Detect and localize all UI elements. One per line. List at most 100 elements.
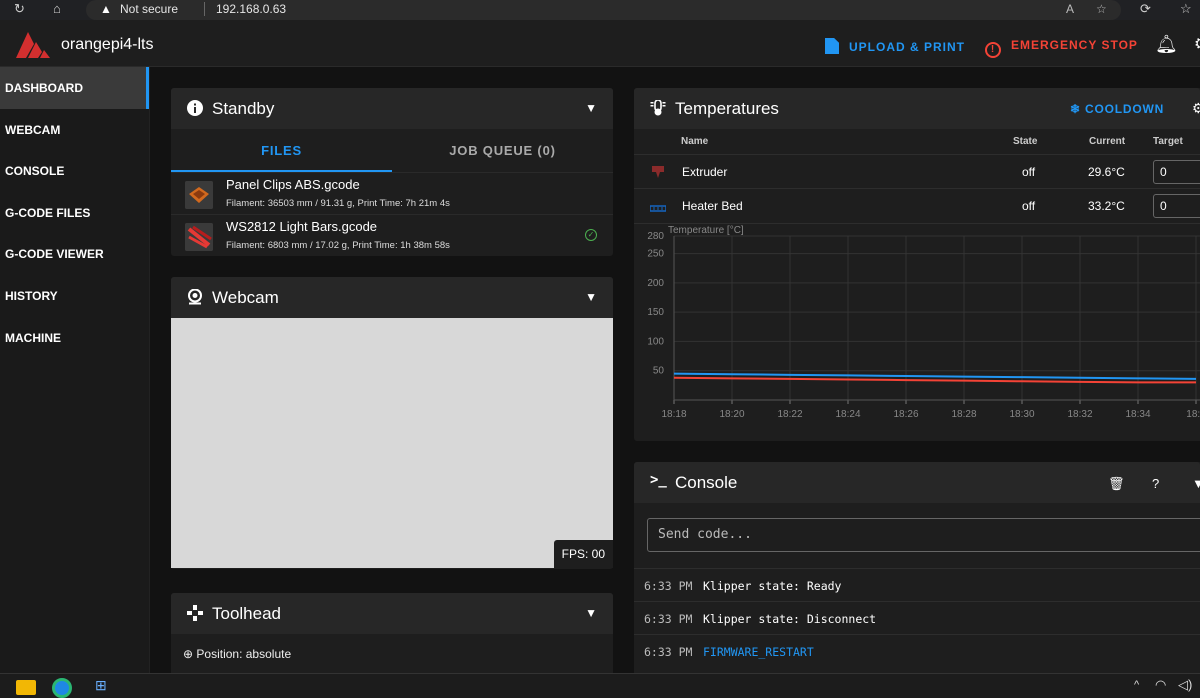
printer-name: orangepi4-lts bbox=[61, 36, 154, 53]
position-label: Position: absolute bbox=[196, 647, 292, 661]
console-time: 6:33 PM bbox=[644, 645, 693, 659]
webcam-icon bbox=[188, 289, 202, 305]
console-time: 6:33 PM bbox=[644, 612, 693, 626]
temperatures-header: Temperatures ❄ COOLDOWN ⚙ bbox=[634, 88, 1200, 129]
network-app-icon[interactable]: ⊞ bbox=[95, 677, 107, 694]
tab-job-queue[interactable]: JOB QUEUE (0) bbox=[392, 129, 613, 172]
info-icon bbox=[187, 100, 203, 116]
heater-name: Extruder bbox=[682, 165, 728, 179]
console-entry: 6:33 PM Klipper state: Disconnect bbox=[634, 601, 1200, 634]
x-tick-label: 18:32 bbox=[1067, 409, 1092, 420]
console-message: Klipper state: Disconnect bbox=[703, 612, 877, 626]
target-input[interactable]: 0 bbox=[1153, 194, 1200, 218]
temperatures-panel: Temperatures ❄ COOLDOWN ⚙ Name State Cur… bbox=[634, 88, 1200, 441]
console-panel: >_ Console 🗑︎ ? ▼ Send code... 6:33 PM K… bbox=[634, 462, 1200, 673]
gear-icon[interactable]: ⚙ bbox=[1192, 100, 1200, 117]
emergency-stop-button[interactable]: ! EMERGENCY STOP bbox=[985, 38, 1138, 58]
file-row[interactable]: Panel Clips ABS.gcode Filament: 36503 mm… bbox=[171, 172, 613, 214]
file-thumbnail bbox=[185, 181, 213, 209]
chart-area: Temperature [°C] 280 250 200 150 100 50 18:18 18… bbox=[634, 223, 1200, 441]
webcam-header[interactable]: Webcam ▼ bbox=[171, 277, 613, 318]
sidebar-item-history[interactable]: HISTORY bbox=[0, 275, 149, 317]
file-name: Panel Clips ABS.gcode bbox=[226, 177, 360, 192]
home-icon[interactable]: ⌂ bbox=[53, 1, 61, 16]
snowflake-icon: ❄ bbox=[1070, 102, 1085, 116]
browser-toolbar: ↻ ⌂ ▲ Not secure 192.168.0.63 A ☆ ⟳ ☆ bbox=[0, 0, 1200, 20]
thermometer-icon bbox=[650, 100, 666, 116]
file-meta: Filament: 36503 mm / 91.31 g, Print Time… bbox=[226, 198, 450, 209]
chevron-down-icon[interactable]: ▼ bbox=[585, 606, 597, 620]
trash-icon[interactable]: 🗑︎ bbox=[1108, 476, 1125, 492]
standby-header[interactable]: Standby ▼ bbox=[171, 88, 613, 129]
extensions-icon[interactable]: ⟳ bbox=[1140, 1, 1151, 17]
file-meta: Filament: 6803 mm / 17.02 g, Print Time:… bbox=[226, 240, 450, 251]
sidebar-item-gcode-viewer[interactable]: G-CODE VIEWER bbox=[0, 233, 149, 275]
standby-title: Standby bbox=[212, 99, 275, 118]
y-tick-label: 50 bbox=[653, 366, 665, 377]
crosshair-icon: ⊕ bbox=[183, 647, 197, 661]
edge-browser-icon[interactable] bbox=[52, 678, 72, 698]
sidebar-item-gcode-files[interactable]: G-CODE FILES bbox=[0, 192, 149, 234]
sidebar-item-machine[interactable]: MACHINE bbox=[0, 317, 149, 359]
y-tick-label: 200 bbox=[647, 278, 664, 289]
extruder-icon bbox=[652, 166, 664, 178]
chevron-down-icon[interactable]: ▼ bbox=[585, 290, 597, 304]
favorite-icon[interactable]: ☆ bbox=[1096, 2, 1107, 16]
sidebar: DASHBOARD WEBCAM CONSOLE G-CODE FILES G-… bbox=[0, 67, 150, 673]
read-aloud-icon[interactable]: A bbox=[1066, 2, 1074, 16]
fps-badge: FPS: 00 bbox=[553, 540, 613, 568]
tab-files[interactable]: FILES bbox=[171, 129, 392, 172]
file-row[interactable]: WS2812 Light Bars.gcode Filament: 6803 m… bbox=[171, 214, 613, 256]
table-row: Heater Bed off 33.2°C 0 bbox=[634, 188, 1200, 222]
favorites-icon[interactable]: ☆ bbox=[1180, 1, 1192, 17]
reload-icon[interactable]: ↻ bbox=[14, 1, 25, 17]
heater-current: 29.6°C bbox=[1088, 165, 1125, 179]
sidebar-item-console[interactable]: CONSOLE bbox=[0, 150, 149, 192]
volume-icon[interactable]: ◁) bbox=[1178, 677, 1192, 693]
address-bar[interactable]: ▲ Not secure 192.168.0.63 A ☆ bbox=[86, 0, 1121, 20]
settings-icon[interactable]: ⚙ bbox=[1194, 34, 1200, 54]
file-thumbnail bbox=[185, 223, 213, 251]
filter-icon[interactable]: ▼ bbox=[1192, 476, 1200, 491]
upload-file-icon bbox=[825, 38, 839, 54]
upload-print-button[interactable]: UPLOAD & PRINT bbox=[825, 38, 965, 54]
gamepad-icon bbox=[187, 605, 203, 621]
temperatures-title: Temperatures bbox=[675, 99, 779, 118]
cooldown-label: COOLDOWN bbox=[1085, 102, 1165, 116]
x-tick-label: 18:3 bbox=[1186, 409, 1200, 420]
bell-icon[interactable]: 🔔︎ bbox=[1155, 34, 1178, 55]
chevron-up-icon[interactable]: ^ bbox=[1134, 679, 1139, 691]
sidebar-item-webcam[interactable]: WEBCAM bbox=[0, 109, 149, 151]
file-name: WS2812 Light Bars.gcode bbox=[226, 219, 378, 234]
y-tick-label: 150 bbox=[647, 307, 664, 318]
mainsail-logo-icon bbox=[16, 32, 50, 58]
app-bar: orangepi4-lts UPLOAD & PRINT ! EMERGENCY … bbox=[0, 20, 1200, 67]
help-icon[interactable]: ? bbox=[1152, 476, 1159, 491]
toolhead-header[interactable]: Toolhead ▼ bbox=[171, 593, 613, 634]
sidebar-item-dashboard[interactable]: DASHBOARD bbox=[0, 67, 149, 109]
heater-state: off bbox=[1022, 199, 1036, 213]
webcam-title: Webcam bbox=[212, 288, 279, 307]
heater-state: off bbox=[1022, 165, 1036, 179]
os-taskbar: ⊞ ^ ◠ ◁) bbox=[0, 673, 1200, 698]
cooldown-button[interactable]: ❄ COOLDOWN bbox=[1070, 102, 1164, 116]
alert-circle-icon: ! bbox=[985, 42, 1001, 58]
console-command-link[interactable]: FIRMWARE_RESTART bbox=[703, 645, 814, 659]
webcam-stream: FPS: 00 bbox=[171, 318, 613, 568]
x-tick-label: 18:34 bbox=[1125, 409, 1150, 420]
x-tick-label: 18:30 bbox=[1009, 409, 1034, 420]
wifi-icon[interactable]: ◠ bbox=[1155, 677, 1166, 693]
webcam-panel: Webcam ▼ FPS: 00 bbox=[171, 277, 613, 569]
col-current: Current bbox=[1089, 136, 1126, 147]
toolhead-title: Toolhead bbox=[212, 604, 282, 623]
x-tick-label: 18:24 bbox=[835, 409, 860, 420]
heated-bed-icon bbox=[650, 205, 666, 212]
temperature-chart: Temperature [°C] 280 250 200 150 100 50 18:18 18… bbox=[647, 225, 1200, 420]
target-input[interactable]: 0 bbox=[1153, 160, 1200, 184]
y-tick-label: 280 bbox=[647, 231, 664, 242]
url-text[interactable]: 192.168.0.63 bbox=[216, 2, 286, 16]
file-explorer-icon[interactable] bbox=[16, 680, 36, 695]
chevron-down-icon[interactable]: ▼ bbox=[585, 101, 597, 115]
check-circle-icon: ✓ bbox=[585, 229, 597, 241]
console-input[interactable]: Send code... bbox=[647, 518, 1200, 552]
